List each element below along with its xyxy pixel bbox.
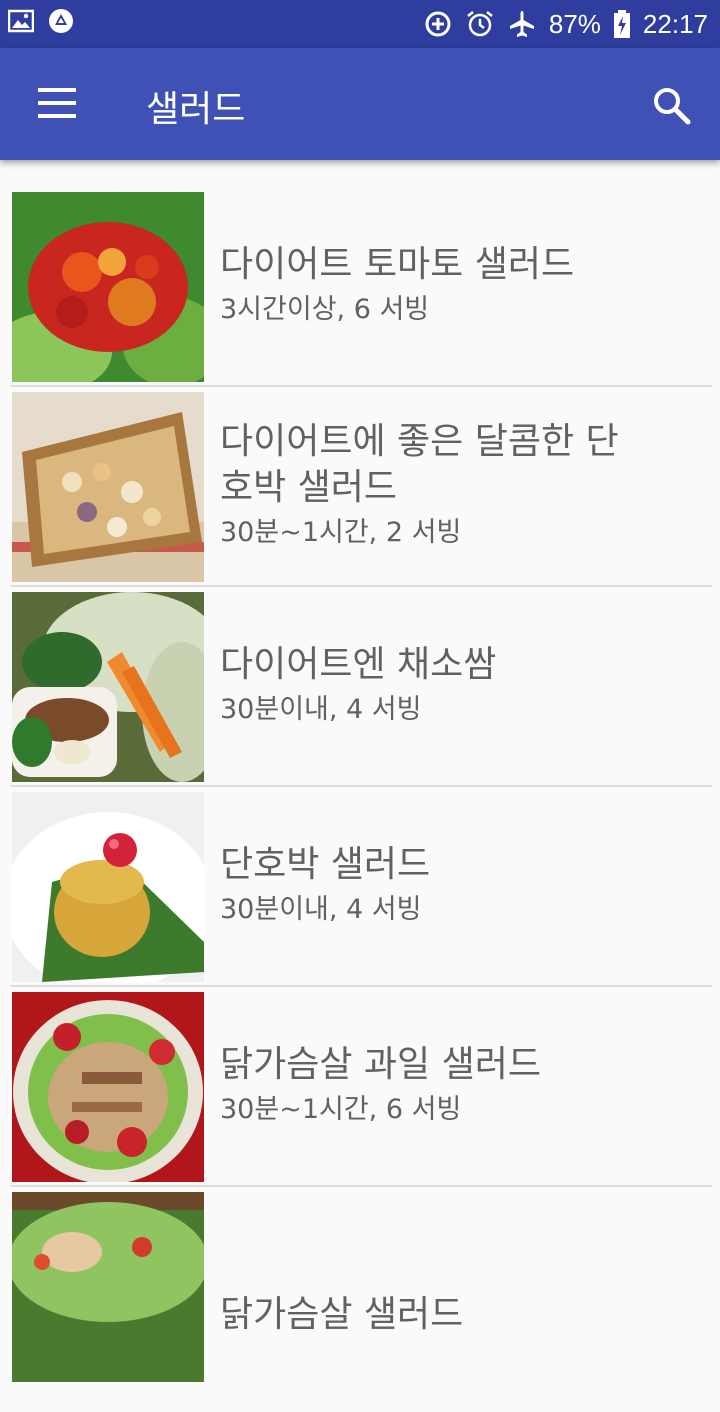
alarm-icon: [467, 11, 493, 37]
drive-icon: [49, 9, 73, 33]
recipe-item[interactable]: 닭가슴살 과일 샐러드 30분~1시간, 6 서빙: [0, 990, 720, 1190]
page-title: 샐러드: [146, 89, 246, 130]
gallery-icon: [8, 9, 34, 33]
battery-percent: 87%: [548, 8, 601, 39]
recipe-item[interactable]: 닭가슴살 샐러드: [0, 1190, 720, 1390]
hamburger-menu-icon[interactable]: [38, 88, 76, 122]
recipe-name: 다이어트에 좋은 달콤한 단호박 샐러드: [220, 421, 619, 508]
divider: [10, 985, 712, 987]
recipe-thumbnail: [12, 792, 204, 982]
status-bar: 87% 22:17: [0, 0, 720, 48]
recipe-meta: 30분~1시간, 6 서빙: [220, 1094, 462, 1125]
recipe-name: 닭가슴살 샐러드: [220, 1294, 464, 1335]
recipe-item[interactable]: 다이어트엔 채소쌈 30분이내, 4 서빙: [0, 590, 720, 790]
recipe-name: 다이어트엔 채소쌈: [220, 644, 497, 685]
recipe-item[interactable]: 다이어트에 좋은 달콤한 단호박 샐러드 30분~1시간, 2 서빙: [0, 390, 720, 590]
search-icon[interactable]: [650, 84, 694, 128]
clock: 22:17: [642, 8, 708, 39]
recipe-name: 단호박 샐러드: [220, 844, 431, 885]
battery-charging-icon: [613, 10, 630, 38]
app-bar: 샐러드: [0, 48, 720, 160]
recipe-meta: 30분~1시간, 2 서빙: [220, 517, 462, 548]
recipe-meta: 30분이내, 4 서빙: [220, 694, 422, 725]
recipe-item[interactable]: 다이어트 토마토 샐러드 3시간이상, 6 서빙: [0, 190, 720, 390]
airplane-mode-icon: [509, 11, 534, 37]
divider: [10, 785, 712, 787]
recipe-list: 다이어트 토마토 샐러드 3시간이상, 6 서빙 다이어트에 좋은 달콤한 단호…: [0, 190, 720, 1390]
data-saver-icon: [425, 11, 451, 37]
recipe-thumbnail: [12, 392, 204, 582]
recipe-thumbnail: [12, 592, 204, 782]
recipe-thumbnail: [12, 192, 204, 382]
divider: [10, 385, 712, 387]
recipe-meta: 30분이내, 4 서빙: [220, 894, 422, 925]
recipe-name: 다이어트 토마토 샐러드: [220, 244, 575, 285]
divider: [10, 585, 712, 587]
recipe-thumbnail: [12, 1192, 204, 1382]
recipe-name: 닭가슴살 과일 샐러드: [220, 1044, 541, 1085]
recipe-thumbnail: [12, 992, 204, 1182]
recipe-item[interactable]: 단호박 샐러드 30분이내, 4 서빙: [0, 790, 720, 990]
divider: [10, 1185, 712, 1187]
recipe-meta: 3시간이상, 6 서빙: [220, 294, 430, 325]
